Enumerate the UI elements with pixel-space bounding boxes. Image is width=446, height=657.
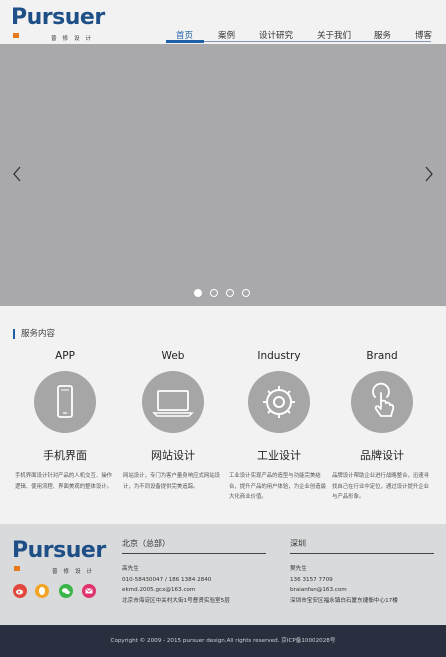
nav-item-about[interactable]: 关于我们 — [317, 29, 351, 41]
copyright-bar: Copyright © 2009 - 2015 pursuer design.A… — [0, 625, 446, 657]
contact-email[interactable]: braianfan@163.com — [290, 585, 434, 596]
footer: Pursuer 普修设计 北京（总部） 高先生 010-58430047 / 1… — [0, 524, 446, 625]
contact-beijing: 北京（总部） 高先生 010-58430047 / 186 1384 2840 … — [122, 538, 266, 606]
logo-wordmark: Pursuer — [11, 5, 105, 30]
banner-dot-4[interactable] — [242, 289, 250, 297]
gear-icon — [248, 371, 310, 433]
service-description: 网站设计，专门为客户量身响应式网站设计，为不同设备提供完美追踪。 — [123, 473, 221, 490]
services-heading: 服务内容 — [13, 329, 55, 339]
contact-title: 北京（总部） — [122, 538, 266, 554]
banner-next-arrow[interactable] — [422, 164, 436, 184]
service-description: 工业设计实现产品的造型与功能完美结合，提升产品的用户体验，为企业创造最大化商业价… — [229, 473, 327, 500]
smartphone-icon — [34, 371, 96, 433]
footer-logo[interactable]: Pursuer 普修设计 — [12, 539, 106, 576]
laptop-icon — [142, 371, 204, 433]
nav-item-research[interactable]: 设计研究 — [259, 29, 293, 41]
service-card-industry[interactable]: Industry 工业设计 工业设计实现产品的造型与功能完美结合，提升产品的用户… — [227, 350, 331, 520]
contact-address: 北京市海淀区中关村大街1号督贤实验室5层 — [122, 597, 230, 604]
service-card-brand[interactable]: Brand 品牌设计 品牌设计帮助企业进行战略整合，迅速寻找自己在行业中定位，通… — [330, 350, 434, 520]
contact-person: 樊先生 — [290, 566, 307, 572]
service-title-en: Web — [161, 350, 185, 362]
logo-accent-mark — [14, 566, 20, 571]
header: Pursuer 普修设计 首页 案例 设计研究 关于我们 服务 博客 — [0, 0, 446, 44]
service-title-cn: 工业设计 — [257, 449, 301, 462]
contact-title: 深圳 — [290, 538, 434, 554]
logo-tagline: 普修设计 — [52, 569, 99, 575]
banner-dot-2[interactable] — [210, 289, 218, 297]
contact-phone: 010-58430047 / 186 1384 2840 — [122, 576, 212, 583]
service-description: 品牌设计帮助企业进行战略整合，迅速寻找自己在行业中定位，通过设计提升企业与产品形… — [332, 473, 430, 500]
service-title-cn: 品牌设计 — [360, 449, 404, 462]
service-title-en: APP — [55, 350, 75, 362]
logo-wordmark: Pursuer — [12, 538, 106, 563]
contact-address: 深圳市宝安区福永镇白石厦东捷衡中心17楼 — [290, 597, 398, 604]
qq-icon[interactable] — [35, 584, 49, 598]
service-card-app[interactable]: APP 手机界面 手机界面设计针对产品的人机交互、操作逻辑、使用流程、界面美观的… — [13, 350, 117, 520]
chevron-right-icon — [425, 166, 433, 182]
service-title-cn: 手机界面 — [43, 449, 87, 462]
service-card-web[interactable]: Web 网站设计 网站设计，专门为客户量身响应式网站设计，为不同设备提供完美追踪… — [121, 350, 225, 520]
banner-dot-3[interactable] — [226, 289, 234, 297]
nav-item-services[interactable]: 服务 — [374, 29, 391, 41]
contact-shenzhen: 深圳 樊先生 136 3157 7709 braianfan@163.com 深… — [290, 538, 434, 606]
nav-active-indicator — [166, 40, 204, 43]
service-title-en: Industry — [257, 350, 301, 362]
banner-pagination — [194, 289, 254, 299]
service-title-en: Brand — [366, 350, 398, 362]
banner-dot-1[interactable] — [194, 289, 202, 297]
copyright-text: Copyright © 2009 - 2015 pursuer design.A… — [110, 638, 336, 644]
nav-item-cases[interactable]: 案例 — [218, 29, 235, 41]
hero-banner — [0, 44, 446, 306]
contact-phone: 136 3157 7709 — [290, 576, 333, 583]
service-title-cn: 网站设计 — [151, 449, 195, 462]
chevron-left-icon — [13, 166, 21, 182]
touch-hand-icon — [351, 371, 413, 433]
services-section: 服务内容 APP 手机界面 手机界面设计针对产品的人机交互、操作逻辑、使用流程、… — [0, 306, 446, 524]
service-description: 手机界面设计针对产品的人机交互、操作逻辑、使用流程、界面美观的整体设计。 — [15, 473, 113, 490]
nav-item-blog[interactable]: 博客 — [415, 29, 432, 41]
email-icon[interactable] — [82, 584, 96, 598]
weibo-icon[interactable] — [13, 584, 27, 598]
banner-prev-arrow[interactable] — [10, 164, 24, 184]
wechat-icon[interactable] — [59, 584, 73, 598]
contact-person: 高先生 — [122, 566, 139, 572]
nav-divider — [166, 41, 431, 42]
contact-email[interactable]: ekmd.2005.gcx@163.com — [122, 585, 266, 596]
